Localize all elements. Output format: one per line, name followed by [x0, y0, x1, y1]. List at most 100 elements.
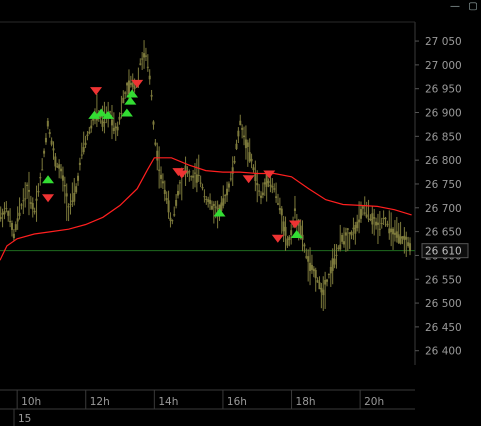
- price-candle-body: [118, 116, 121, 120]
- price-candle-body: [335, 254, 338, 256]
- price-candle-body: [359, 209, 362, 219]
- x-tick-label: 20h: [364, 396, 384, 408]
- price-candle-body: [150, 94, 153, 97]
- price-candle-body: [201, 187, 204, 189]
- price-candle-body: [12, 233, 15, 239]
- price-candle-body: [263, 182, 266, 185]
- y-tick-label: 27 000: [425, 60, 462, 72]
- price-candle-body: [41, 169, 44, 171]
- price-candle-body: [5, 208, 8, 210]
- price-candle-body: [209, 199, 212, 204]
- price-candle-body: [154, 142, 157, 145]
- minimize-button[interactable]: —: [449, 2, 461, 12]
- y-tick-label: 27 050: [425, 36, 462, 48]
- price-candle-body: [52, 148, 55, 151]
- x-tick-label: 12h: [90, 396, 110, 408]
- price-candle-body: [392, 228, 395, 235]
- price-candle-body: [60, 168, 63, 172]
- price-candle-body: [322, 289, 325, 296]
- price-candle-body: [156, 150, 159, 161]
- price-candle-body: [241, 127, 244, 130]
- y-tick-label: 26 850: [425, 131, 462, 143]
- price-candle-body: [80, 154, 83, 156]
- price-candle-body: [61, 175, 64, 181]
- price-candle-body: [229, 178, 232, 180]
- price-candle-body: [69, 203, 72, 205]
- price-candle-body: [44, 137, 47, 143]
- maximize-button[interactable]: ▢: [467, 2, 479, 12]
- price-candle-body: [33, 210, 36, 213]
- price-candle-body: [82, 147, 85, 153]
- price-chart[interactable]: 26 40026 45026 50026 55026 60026 65026 7…: [0, 0, 481, 426]
- price-candle-body: [318, 282, 321, 290]
- price-candle-body: [350, 231, 353, 236]
- price-candle-body: [163, 189, 166, 194]
- price-candle-body: [254, 173, 257, 181]
- price-candle-body: [243, 135, 246, 138]
- price-candle-body: [252, 167, 255, 171]
- price-candle-body: [333, 258, 336, 265]
- window-controls: — ▢: [449, 2, 479, 12]
- price-candle-body: [24, 198, 27, 200]
- price-candle-body: [269, 184, 272, 187]
- price-candle-body: [84, 142, 87, 145]
- price-candle-body: [193, 172, 196, 174]
- price-candle-body: [290, 230, 293, 236]
- price-candle-body: [73, 192, 76, 202]
- price-candle-body: [195, 174, 198, 183]
- price-candle-body: [177, 190, 180, 196]
- price-candle-body: [116, 126, 119, 131]
- price-candle-body: [235, 143, 238, 150]
- x-tick-label: 14h: [158, 396, 178, 408]
- price-candle-body: [354, 224, 357, 234]
- price-candle-body: [216, 208, 219, 210]
- price-candle-body: [171, 220, 174, 222]
- price-candle-body: [212, 203, 215, 206]
- price-candle-body: [0, 216, 2, 220]
- price-candle-body: [384, 217, 387, 220]
- price-candle-body: [288, 236, 291, 240]
- price-candle-body: [11, 223, 14, 230]
- price-candle-body: [161, 181, 164, 184]
- y-tick-label: 26 750: [425, 179, 462, 191]
- price-candle-body: [376, 222, 379, 225]
- y-tick-label: 26 400: [425, 346, 462, 358]
- price-candle-body: [173, 214, 176, 216]
- price-candle-body: [188, 171, 191, 173]
- price-candle-body: [280, 208, 283, 216]
- price-candle-body: [22, 200, 25, 202]
- price-candle-body: [227, 183, 230, 188]
- y-tick-label: 26 450: [425, 322, 462, 334]
- price-candle-body: [14, 224, 17, 231]
- price-candle-body: [375, 221, 378, 226]
- price-candle-body: [373, 217, 376, 219]
- price-candle-body: [88, 131, 91, 134]
- price-candle-body: [231, 167, 234, 174]
- price-candle-body: [365, 214, 368, 218]
- price-candle-body: [329, 266, 332, 274]
- price-candle-body: [276, 203, 279, 205]
- price-candle-body: [122, 97, 125, 104]
- price-candle-body: [293, 208, 296, 211]
- price-candle-body: [344, 232, 347, 236]
- price-candle-body: [250, 158, 253, 162]
- price-candle-body: [169, 217, 172, 221]
- price-candle-body: [273, 188, 276, 190]
- price-candle-body: [63, 184, 66, 187]
- price-candle-body: [256, 182, 259, 186]
- price-candle-body: [190, 176, 193, 178]
- price-candle-body: [178, 182, 181, 184]
- price-candle-body: [261, 192, 264, 196]
- price-candle-body: [92, 118, 95, 121]
- price-candle-body: [343, 241, 346, 245]
- price-candle-body: [48, 132, 51, 135]
- price-candle-body: [126, 83, 129, 86]
- price-candle-body: [361, 206, 364, 209]
- price-candle-body: [112, 127, 115, 131]
- price-candle-body: [341, 234, 344, 242]
- price-candle-body: [56, 166, 59, 168]
- price-candle-body: [50, 140, 53, 145]
- y-tick-label: 26 650: [425, 227, 462, 239]
- price-candle-body: [158, 169, 161, 171]
- price-candle-body: [120, 112, 123, 115]
